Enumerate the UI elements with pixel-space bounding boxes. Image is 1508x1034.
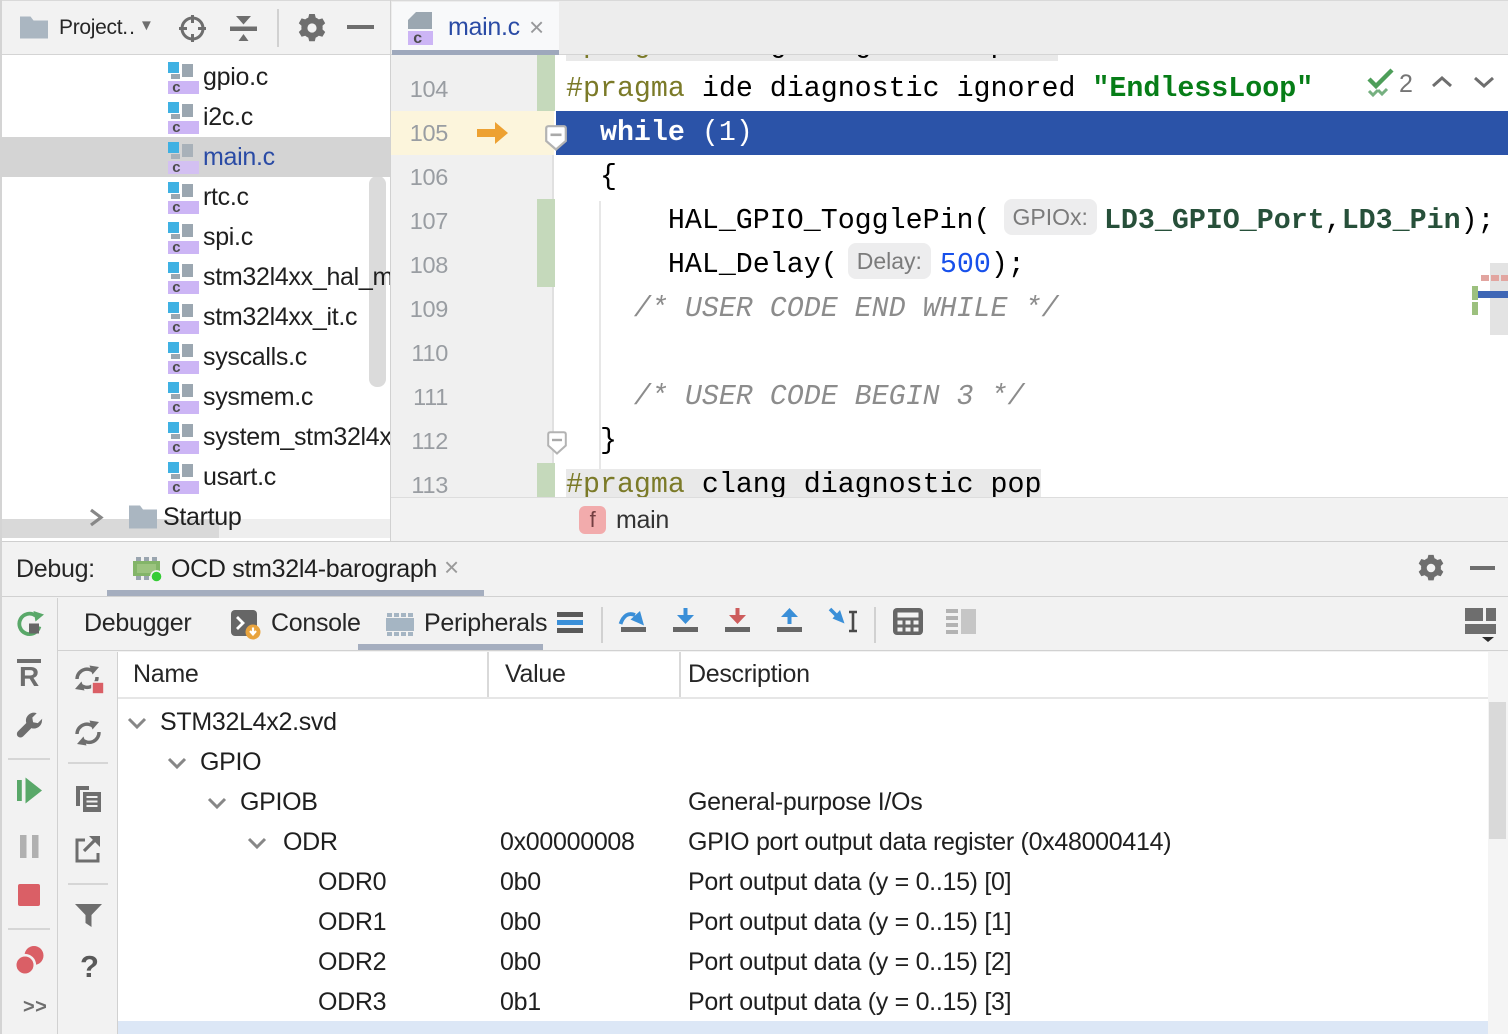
svg-text:c: c [172, 400, 181, 414]
svg-text:c: c [172, 200, 181, 214]
svg-text:c: c [172, 240, 181, 254]
svg-text:c: c [172, 480, 181, 494]
svg-text:c: c [172, 320, 181, 334]
svg-text:c: c [172, 120, 181, 134]
svg-text:c: c [172, 160, 181, 174]
svg-text:c: c [172, 280, 181, 294]
svg-text:c: c [172, 80, 181, 94]
svg-text:c: c [172, 360, 181, 374]
svg-text:c: c [413, 30, 422, 46]
svg-text:c: c [172, 440, 181, 454]
